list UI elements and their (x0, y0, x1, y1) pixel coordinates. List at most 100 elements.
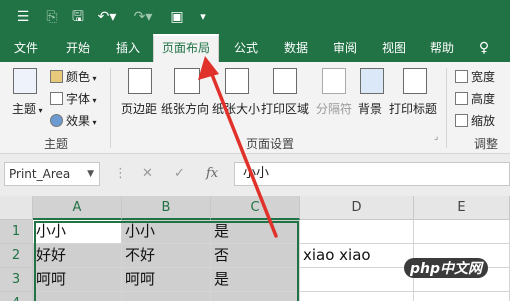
cell-d1[interactable] (300, 220, 414, 244)
orientation-button[interactable]: 纸张方向 (161, 100, 209, 117)
colors-label: 颜色 (66, 70, 91, 84)
orientation-icon[interactable] (174, 68, 200, 94)
effects-button[interactable]: 效果 ▾ (50, 112, 97, 129)
height-icon (455, 92, 468, 105)
print-titles-icon[interactable] (403, 68, 427, 94)
colors-button[interactable]: 颜色 ▾ (50, 68, 97, 85)
page-setup-group-label: 页面设置 (246, 137, 295, 151)
save-icon[interactable]: 🖫 (70, 8, 86, 26)
cell-b1[interactable]: 小小 (122, 220, 211, 244)
effects-icon (50, 114, 63, 127)
cell-a2[interactable]: 好好 (33, 244, 122, 268)
column-header-e[interactable]: E (414, 196, 510, 220)
tab-page-layout[interactable]: 页面布局 (153, 34, 219, 62)
breaks-button[interactable]: 分隔符 (316, 100, 352, 117)
cell-e1[interactable] (414, 220, 510, 244)
cell-c4[interactable] (211, 292, 300, 301)
colors-icon (50, 70, 63, 83)
cell-d4[interactable] (300, 292, 414, 301)
row-header-2[interactable]: 2 (0, 244, 33, 268)
watermark-text: php中文网 (404, 258, 489, 278)
tab-file[interactable]: 文件 (4, 34, 48, 62)
print-preview-icon[interactable]: ▣ (168, 8, 186, 26)
name-box-dropdown-icon[interactable]: ▼ (87, 163, 94, 185)
print-area-icon[interactable] (273, 68, 297, 94)
more-icon: ⋮ (114, 166, 127, 181)
width-control[interactable]: 宽度 (455, 68, 495, 85)
height-label: 高度 (471, 92, 496, 106)
background-button[interactable]: 背景 (358, 100, 382, 117)
formula-bar: Print_Area ▼ ⋮ ✕ ✓ fx 小小 (0, 154, 510, 196)
redo-icon[interactable]: ↷▾ (132, 8, 154, 26)
themes-label: 主题 (12, 102, 37, 116)
row-header-3[interactable]: 3 (0, 268, 33, 292)
cell-c3[interactable]: 是 (211, 268, 300, 292)
worksheet-grid: A B C D E 1 2 3 4 小小 小小 是 好好 不好 否 xiao x… (0, 196, 510, 301)
cell-a1[interactable]: 小小 (33, 220, 122, 244)
tab-view[interactable]: 视图 (372, 34, 416, 62)
scale-icon (455, 114, 468, 127)
print-area-button[interactable]: 打印区域 (261, 100, 309, 117)
cell-b3[interactable]: 呵呵 (122, 268, 211, 292)
cell-b4[interactable] (122, 292, 211, 301)
ribbon: 主题 ▾ 颜色 ▾ 字体 ▾ 效果 ▾ 主题 页边距 纸张方向 纸张大小 打印区… (0, 62, 510, 154)
background-icon[interactable] (360, 68, 384, 94)
column-header-b[interactable]: B (122, 196, 211, 220)
group-divider (110, 68, 111, 148)
cell-c1[interactable]: 是 (211, 220, 300, 244)
fonts-icon (50, 92, 63, 105)
cell-b2[interactable]: 不好 (122, 244, 211, 268)
tab-help[interactable]: 帮助 (420, 34, 464, 62)
group-divider (446, 68, 447, 148)
customize-qat-icon[interactable]: ▾ (198, 8, 208, 26)
width-icon (455, 70, 468, 83)
undo-icon[interactable]: ↶▾ (95, 8, 119, 26)
cell-a4[interactable] (33, 292, 122, 301)
size-icon[interactable] (225, 68, 249, 94)
margins-icon[interactable] (128, 68, 152, 94)
row-header-4[interactable]: 4 (0, 292, 33, 301)
name-box[interactable]: Print_Area ▼ (4, 162, 100, 186)
height-control[interactable]: 高度 (455, 90, 495, 107)
name-box-value: Print_Area (9, 167, 71, 181)
themes-group-label: 主题 (44, 137, 69, 151)
insert-function-icon[interactable]: fx (206, 166, 218, 181)
print-titles-button[interactable]: 打印标题 (389, 100, 437, 117)
cell-d3[interactable] (300, 268, 414, 292)
tab-insert[interactable]: 插入 (106, 34, 150, 62)
menu-icon[interactable]: ☰ (16, 8, 30, 26)
column-header-d[interactable]: D (300, 196, 414, 220)
effects-label: 效果 (66, 114, 91, 128)
watermark: php中文网 (404, 258, 489, 278)
lightbulb-icon[interactable]: ♀ (474, 34, 494, 62)
scale-fit-group-label: 调整 (474, 137, 499, 151)
theme-icon[interactable] (13, 68, 37, 94)
fonts-label: 字体 (66, 92, 91, 106)
formula-input[interactable]: 小小 (234, 162, 510, 186)
cancel-icon[interactable]: ✕ (142, 166, 153, 181)
column-header-a[interactable]: A (33, 196, 122, 220)
quick-access-toolbar: ☰ ⎘ 🖫 ↶▾ ↷▾ ▣ ▾ (0, 0, 510, 34)
width-label: 宽度 (471, 70, 496, 84)
margins-button[interactable]: 页边距 (121, 100, 157, 117)
row-header-1[interactable]: 1 (0, 220, 33, 244)
tab-review[interactable]: 审阅 (323, 34, 367, 62)
fonts-button[interactable]: 字体 ▾ (50, 90, 97, 107)
enter-icon[interactable]: ✓ (174, 166, 185, 181)
select-all-corner[interactable] (0, 196, 33, 220)
tab-formulas[interactable]: 公式 (224, 34, 268, 62)
themes-button[interactable]: 主题 ▾ (12, 100, 43, 117)
tab-home[interactable]: 开始 (56, 34, 100, 62)
cell-e4[interactable] (414, 292, 510, 301)
autosave-icon[interactable]: ⎘ (44, 8, 60, 26)
ribbon-tabs: 文件 开始 插入 页面布局 公式 数据 审阅 视图 帮助 ♀ (0, 34, 510, 62)
breaks-icon[interactable] (322, 68, 346, 94)
tab-data[interactable]: 数据 (274, 34, 318, 62)
cell-c2[interactable]: 否 (211, 244, 300, 268)
size-button[interactable]: 纸张大小 (212, 100, 260, 117)
cell-d2[interactable]: xiao xiao (300, 244, 414, 268)
cell-a3[interactable]: 呵呵 (33, 268, 122, 292)
scale-control[interactable]: 缩放 (455, 112, 495, 129)
column-header-c[interactable]: C (211, 196, 300, 220)
dialog-launcher-icon[interactable]: ⌟ (434, 132, 438, 142)
